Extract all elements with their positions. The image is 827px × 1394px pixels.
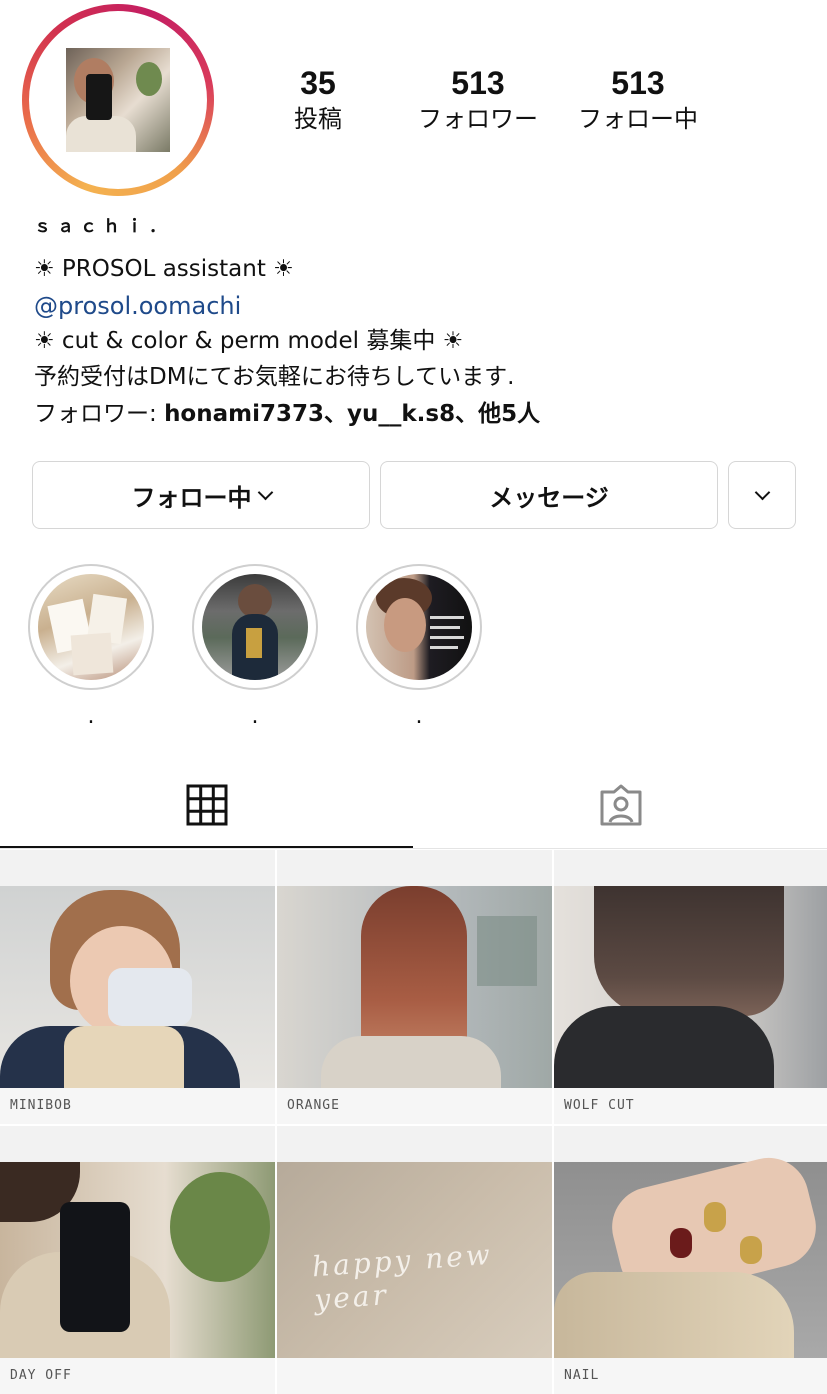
post-tile-3[interactable]: WOLF CUT (554, 850, 827, 1124)
highlight-2[interactable]: . (192, 564, 318, 729)
tagged-person-icon (600, 784, 642, 826)
chevron-down-icon (257, 484, 273, 500)
post-image (0, 886, 275, 1088)
stat-following[interactable]: 513 フォロー中 (568, 66, 708, 134)
bio-line-3: ☀ cut & color & perm model 募集中 ☀ (34, 328, 464, 354)
bio-link[interactable]: @prosol.oomachi (34, 291, 241, 321)
profile-avatar[interactable] (22, 4, 214, 196)
followed-by[interactable]: フォロワー: honami7373、yu__k.s8、他5人 (34, 399, 540, 429)
chevron-down-icon (754, 484, 770, 500)
followers-label: フォロワー (418, 105, 538, 133)
post-image: happy new year (277, 1162, 552, 1360)
post-tile-4[interactable]: DAY OFF (0, 1126, 275, 1394)
highlight-ring (356, 564, 482, 690)
post-tile-1[interactable]: MINIBOB (0, 850, 275, 1124)
post-tile-6[interactable]: NAIL (554, 1126, 827, 1394)
followers-count: 513 (451, 65, 505, 101)
avatar-photo (66, 48, 170, 152)
post-caption: MINIBOB (0, 1088, 275, 1124)
suggested-button[interactable] (728, 461, 796, 529)
message-button-label: メッセージ (489, 483, 609, 512)
highlight-image (202, 574, 308, 680)
post-overlay-text: happy new year (310, 1237, 494, 1317)
following-button[interactable]: フォロー中 (32, 461, 370, 529)
followed-by-prefix: フォロワー: (34, 401, 165, 427)
post-caption: WOLF CUT (554, 1088, 827, 1124)
post-image (0, 1162, 275, 1360)
posts-label: 投稿 (294, 105, 342, 133)
stat-followers[interactable]: 513 フォロワー (408, 66, 548, 134)
post-tile-2[interactable]: ORANGE (277, 850, 552, 1124)
grid-icon (186, 784, 228, 826)
post-caption: NAIL (554, 1358, 827, 1394)
highlight-label: . (87, 704, 95, 729)
following-label: フォロー中 (578, 105, 698, 133)
highlight-ring (192, 564, 318, 690)
post-image (554, 1149, 827, 1360)
stat-posts[interactable]: 35 投稿 (268, 66, 368, 134)
highlight-image (38, 574, 144, 680)
following-button-label: フォロー中 (131, 483, 252, 512)
post-image (277, 886, 552, 1088)
avatar-inner (29, 11, 207, 189)
highlight-ring (28, 564, 154, 690)
post-tile-5[interactable]: happy new year (277, 1126, 552, 1394)
post-caption: DAY OFF (0, 1358, 275, 1394)
highlight-3[interactable]: . (356, 564, 482, 729)
post-caption (277, 1358, 552, 1394)
bio-line-1: ☀ PROSOL assistant ☀ (34, 256, 294, 282)
highlight-1[interactable]: . (28, 564, 154, 729)
profile-name: ｓａｃｈｉ． (34, 217, 172, 237)
following-count: 513 (611, 65, 665, 101)
highlight-label: . (251, 704, 259, 729)
grid-tab[interactable] (186, 784, 228, 826)
post-caption: ORANGE (277, 1088, 552, 1124)
bio-line-4: 予約受付はDMにてお気軽にお待ちしています. (34, 364, 515, 390)
followed-by-names: honami7373、yu__k.s8、他5人 (164, 401, 541, 427)
tagged-tab[interactable] (598, 782, 644, 828)
post-image (554, 886, 827, 1088)
message-button[interactable]: メッセージ (380, 461, 718, 529)
posts-count: 35 (300, 65, 336, 101)
highlight-label: . (415, 704, 423, 729)
tab-divider (0, 848, 827, 849)
highlight-image (366, 574, 472, 680)
